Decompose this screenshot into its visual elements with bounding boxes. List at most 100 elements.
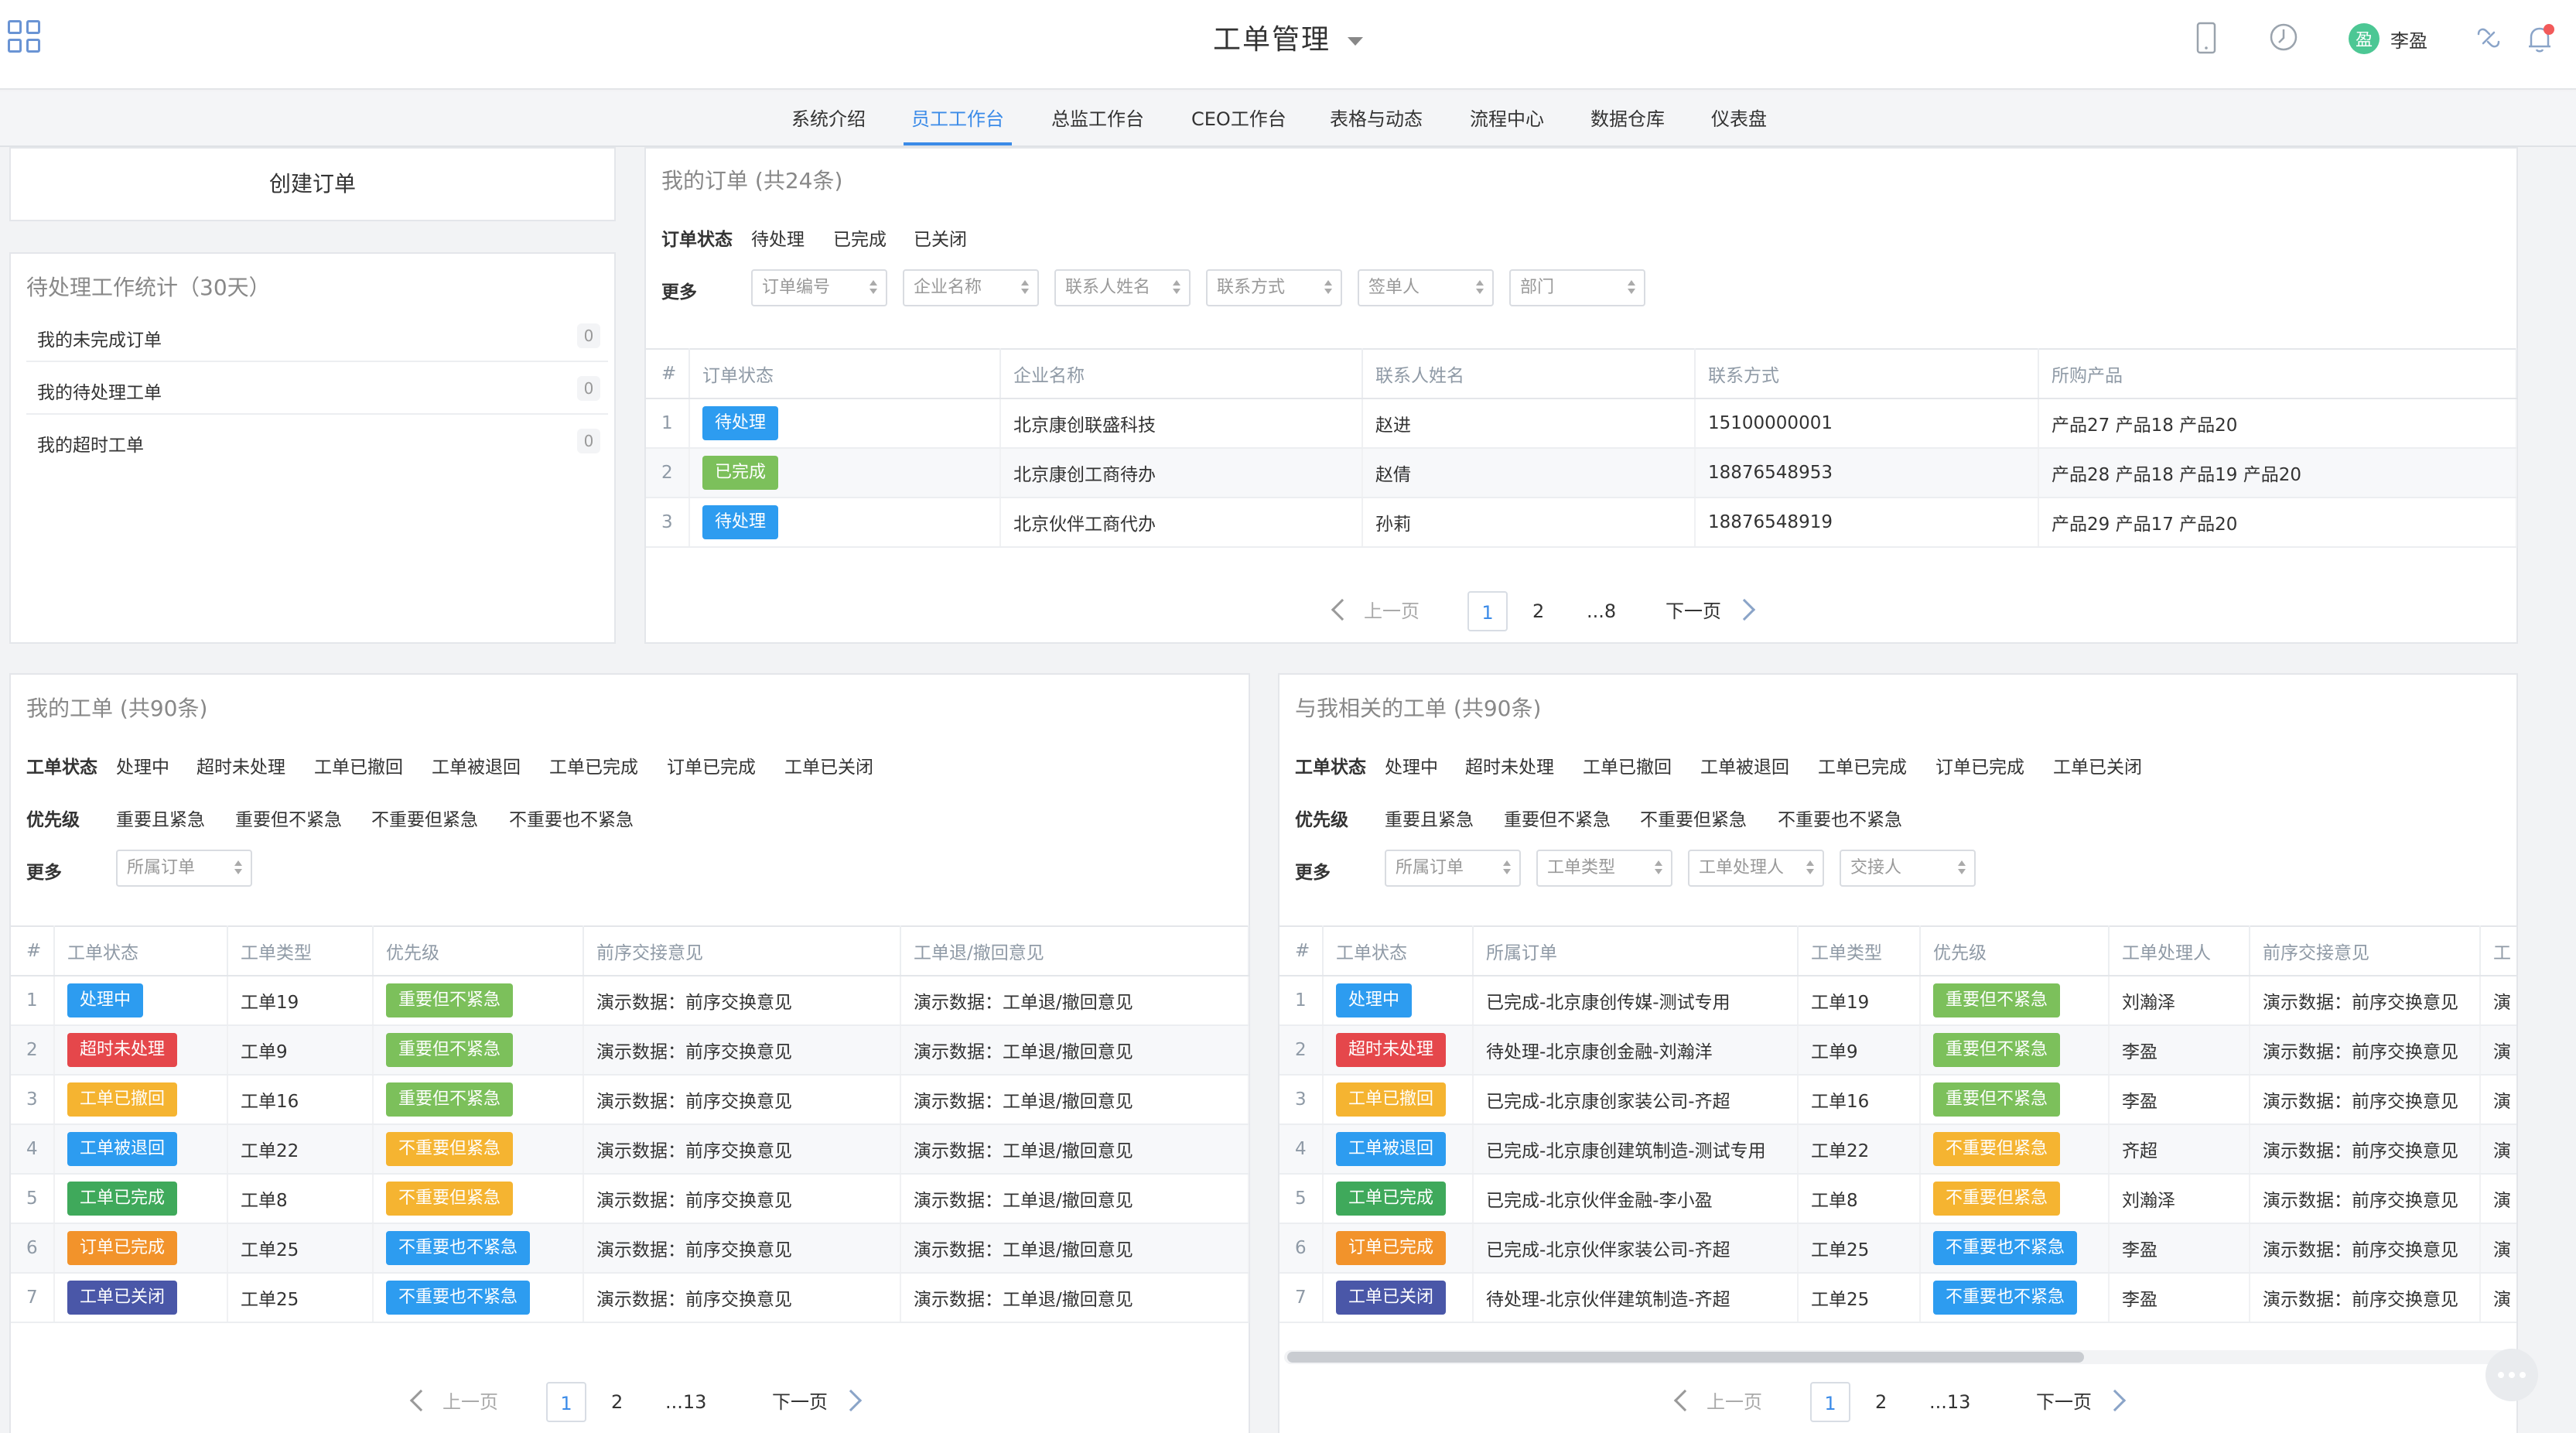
order-status-completed[interactable]: 已完成	[833, 224, 887, 251]
status-badge[interactable]: 工单已完成	[1336, 1182, 1447, 1216]
filter-option[interactable]: 处理中	[116, 752, 169, 778]
clock-icon[interactable]	[2268, 22, 2299, 53]
filter-option[interactable]: 工单已撤回	[314, 752, 403, 778]
table-row[interactable]: 1 处理中 已完成-北京康创传媒-测试专用 工单19 重要但不紧急 刘瀚泽 演示数据：前序交…	[1279, 976, 2516, 1026]
filter-parent-order[interactable]: 所属订单	[116, 850, 252, 887]
table-row[interactable]: 2 超时未处理 工单9 重要但不紧急 演示数据：前序交换意见 演示数据：工单退/撤回意见	[11, 1025, 1249, 1076]
tab-tables-activity[interactable]: 表格与动态	[1330, 91, 1423, 147]
status-badge[interactable]: 工单被退回	[67, 1132, 178, 1166]
tab-process-center[interactable]: 流程中心	[1470, 91, 1544, 147]
create-order-button[interactable]: 创建订单	[9, 147, 616, 221]
user-menu[interactable]: 盈 李盈	[2349, 23, 2427, 54]
priority-badge[interactable]: 重要但不紧急	[386, 983, 514, 1017]
table-row[interactable]: 3 工单已撤回 已完成-北京康创家装公司-齐超 工单16 重要但不紧急 李盈 演示数据：前序…	[1279, 1075, 2516, 1125]
priority-badge[interactable]: 不重要也不紧急	[1933, 1231, 2078, 1265]
filter-signer[interactable]: 签单人	[1358, 269, 1494, 306]
filter-handover-person[interactable]: 交接人	[1840, 850, 1976, 887]
stat-row-overdue-tickets[interactable]: 我的超时工单 0	[26, 415, 608, 467]
filter-parent-order[interactable]: 所属订单	[1385, 850, 1521, 887]
status-badge[interactable]: 待处理	[702, 406, 779, 440]
table-row[interactable]: 7 工单已关闭 工单25 不重要也不紧急 演示数据：前序交换意见 演示数据：工单退/撤回意…	[11, 1273, 1249, 1323]
page-last-button[interactable]: ...8	[1587, 591, 1616, 631]
table-row[interactable]: 7 工单已关闭 待处理-北京伙伴建筑制造-齐超 工单25 不重要也不紧急 李盈 演示数据：前…	[1279, 1273, 2516, 1323]
filter-option[interactable]: 重要且紧急	[116, 805, 205, 831]
filter-option[interactable]: 重要但不紧急	[235, 805, 342, 831]
filter-option[interactable]: 处理中	[1385, 752, 1438, 778]
priority-badge[interactable]: 不重要也不紧急	[386, 1231, 531, 1265]
status-badge[interactable]: 订单已完成	[67, 1231, 178, 1265]
status-badge[interactable]: 订单已完成	[1336, 1231, 1447, 1265]
chevron-right-icon[interactable]	[839, 1389, 863, 1412]
chat-icon[interactable]	[2485, 1349, 2538, 1401]
filter-option[interactable]: 工单已撤回	[1583, 752, 1672, 778]
status-badge[interactable]: 工单被退回	[1336, 1132, 1447, 1166]
priority-badge[interactable]: 不重要但紧急	[386, 1182, 514, 1216]
table-row[interactable]: 5 工单已完成 工单8 不重要但紧急 演示数据：前序交换意见 演示数据：工单退/撤回意见	[11, 1174, 1249, 1224]
status-badge[interactable]: 工单已关闭	[1336, 1281, 1447, 1315]
page-1-button[interactable]: 1	[546, 1382, 586, 1422]
filter-option[interactable]: 工单已完成	[1818, 752, 1907, 778]
status-badge[interactable]: 处理中	[1336, 983, 1413, 1017]
filter-option[interactable]: 订单已完成	[667, 752, 756, 778]
order-status-pending[interactable]: 待处理	[751, 224, 805, 251]
table-row[interactable]: 5 工单已完成 已完成-北京伙伴金融-李小盈 工单8 不重要但紧急 刘瀚泽 演示数据：前序交…	[1279, 1174, 2516, 1224]
status-badge[interactable]: 工单已关闭	[67, 1281, 178, 1315]
filter-option[interactable]: 超时未处理	[1465, 752, 1554, 778]
table-row[interactable]: 4 工单被退回 已完成-北京康创建筑制造-测试专用 工单22 不重要但紧急 齐超 演示数据：…	[1279, 1124, 2516, 1175]
tab-data-warehouse[interactable]: 数据仓库	[1590, 91, 1665, 147]
filter-company-name[interactable]: 企业名称	[903, 269, 1039, 306]
filter-option[interactable]: 重要但不紧急	[1504, 805, 1611, 831]
chevron-left-icon[interactable]	[1673, 1389, 1696, 1412]
filter-option[interactable]: 不重要但紧急	[371, 805, 478, 831]
prev-page-button[interactable]: 上一页	[442, 1382, 498, 1422]
filter-option[interactable]: 超时未处理	[196, 752, 285, 778]
table-row[interactable]: 2 已完成 北京康创工商待办 赵倩 18876548953 产品28 产品18 产品19 …	[646, 448, 2517, 498]
filter-option[interactable]: 不重要但紧急	[1640, 805, 1747, 831]
page-last-button[interactable]: ...13	[1929, 1382, 1970, 1422]
page-2-button[interactable]: 2	[1875, 1382, 1887, 1422]
priority-badge[interactable]: 不重要但紧急	[386, 1132, 514, 1166]
filter-option[interactable]: 工单被退回	[1700, 752, 1789, 778]
table-row[interactable]: 3 待处理 北京伙伴工商代办 孙莉 18876548919 产品29 产品17 产品20	[646, 498, 2517, 548]
priority-badge[interactable]: 重要但不紧急	[386, 1082, 514, 1117]
status-badge[interactable]: 超时未处理	[1336, 1033, 1447, 1067]
tab-director-workbench[interactable]: 总监工作台	[1051, 91, 1144, 147]
filter-option[interactable]: 工单被退回	[432, 752, 521, 778]
filter-option[interactable]: 重要且紧急	[1385, 805, 1474, 831]
priority-badge[interactable]: 不重要也不紧急	[1933, 1281, 2078, 1315]
scrollbar-thumb[interactable]	[1287, 1352, 2084, 1363]
chevron-left-icon[interactable]	[409, 1389, 432, 1412]
priority-badge[interactable]: 重要但不紧急	[386, 1033, 514, 1067]
filter-ticket-handler[interactable]: 工单处理人	[1688, 850, 1824, 887]
order-status-closed[interactable]: 已关闭	[914, 224, 967, 251]
mobile-icon[interactable]	[2195, 22, 2217, 54]
next-page-button[interactable]: 下一页	[2036, 1382, 2092, 1422]
table-row[interactable]: 1 处理中 工单19 重要但不紧急 演示数据：前序交换意见 演示数据：工单退/撤回意见	[11, 976, 1249, 1026]
page-2-button[interactable]: 2	[1532, 591, 1544, 631]
prev-page-button[interactable]: 上一页	[1707, 1382, 1762, 1422]
priority-badge[interactable]: 不重要但紧急	[1933, 1132, 2061, 1166]
link-icon[interactable]	[2472, 22, 2505, 54]
tab-dashboard[interactable]: 仪表盘	[1711, 91, 1767, 147]
filter-ticket-type[interactable]: 工单类型	[1536, 850, 1672, 887]
prev-page-button[interactable]: 上一页	[1364, 591, 1420, 631]
filter-department[interactable]: 部门	[1509, 269, 1645, 306]
priority-badge[interactable]: 重要但不紧急	[1933, 1082, 2061, 1117]
stat-row-unfinished-orders[interactable]: 我的未完成订单 0	[26, 310, 608, 362]
status-badge[interactable]: 工单已完成	[67, 1182, 178, 1216]
page-2-button[interactable]: 2	[611, 1382, 623, 1422]
status-badge[interactable]: 处理中	[67, 983, 144, 1017]
status-badge[interactable]: 已完成	[702, 456, 779, 490]
next-page-button[interactable]: 下一页	[772, 1382, 828, 1422]
table-row[interactable]: 6 订单已完成 已完成-北京伙伴家装公司-齐超 工单25 不重要也不紧急 李盈 演示数据：前…	[1279, 1223, 2516, 1274]
status-badge[interactable]: 工单已撤回	[67, 1082, 178, 1117]
filter-option[interactable]: 订单已完成	[1935, 752, 2024, 778]
stat-row-pending-tickets[interactable]: 我的待处理工单 0	[26, 362, 608, 415]
status-badge[interactable]: 超时未处理	[67, 1033, 178, 1067]
filter-contact-method[interactable]: 联系方式	[1206, 269, 1342, 306]
bell-icon[interactable]	[2523, 22, 2557, 56]
filter-option[interactable]: 不重要也不紧急	[509, 805, 634, 831]
status-badge[interactable]: 工单已撤回	[1336, 1082, 1447, 1117]
tab-system-intro[interactable]: 系统介绍	[791, 91, 866, 147]
horizontal-scrollbar[interactable]	[1284, 1350, 2516, 1364]
